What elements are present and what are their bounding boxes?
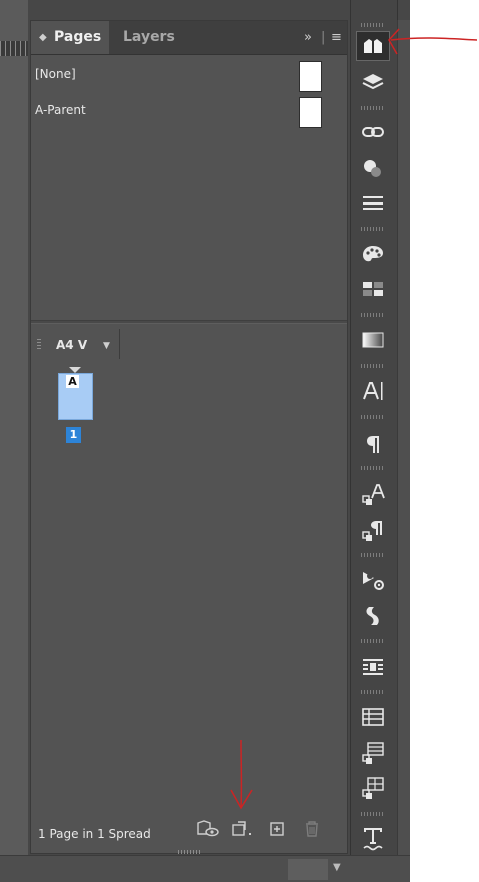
panel-icon-strip <box>350 0 398 855</box>
text-wrap-icon[interactable] <box>356 652 390 682</box>
tab-separator: | <box>321 30 326 45</box>
strip-grip[interactable] <box>361 553 385 557</box>
a-parent-thumbnail[interactable] <box>299 97 322 128</box>
strip-grip[interactable] <box>361 364 385 368</box>
gradient-icon[interactable] <box>356 325 390 355</box>
strip-grip[interactable] <box>361 466 385 470</box>
table-swatches-icon[interactable] <box>356 274 390 304</box>
horizontal-ruler <box>0 41 28 56</box>
add-page-icon[interactable] <box>269 819 287 843</box>
panel-resize-grip[interactable] <box>178 850 202 854</box>
cc-libraries-icon[interactable] <box>356 601 390 631</box>
tab-pages-label: Pages <box>54 29 102 45</box>
a-parent-label: A-Parent <box>35 103 86 117</box>
character-icon[interactable] <box>356 376 390 406</box>
character-styles-icon[interactable] <box>356 479 390 509</box>
paragraph-icon[interactable] <box>356 429 390 459</box>
table-styles-icon[interactable] <box>356 738 390 768</box>
status-bar-dropdown-icon[interactable]: ▼ <box>333 862 341 873</box>
page-size-label: A4 V <box>56 338 88 352</box>
edit-page-size-icon[interactable] <box>195 819 221 843</box>
strip-grip[interactable] <box>361 106 385 110</box>
links-icon[interactable] <box>356 117 390 147</box>
cell-styles-icon[interactable] <box>356 773 390 803</box>
panel-menu-icon[interactable]: ≡ <box>331 21 342 54</box>
page-1-thumbnail[interactable]: A <box>58 373 93 420</box>
page-status-text: 1 Page in 1 Spread <box>38 827 151 841</box>
strip-grip[interactable] <box>361 690 385 694</box>
document-canvas[interactable] <box>0 0 28 881</box>
color-icon[interactable] <box>356 153 390 183</box>
layers-icon[interactable] <box>356 67 390 97</box>
page-size-grip-icon[interactable] <box>37 339 41 351</box>
effects-icon[interactable] <box>356 565 390 595</box>
a-parent-row[interactable]: A-Parent <box>31 93 347 129</box>
tab-layers-label: Layers <box>123 29 175 45</box>
strip-grip[interactable] <box>361 313 385 317</box>
strip-grip[interactable] <box>361 639 385 643</box>
status-bar-segment <box>288 859 328 880</box>
parent-none-label: [None] <box>35 67 76 81</box>
strip-grip[interactable] <box>361 23 385 27</box>
page-size-separator <box>119 329 120 359</box>
paragraph-styles-icon[interactable] <box>356 515 390 545</box>
delete-page-icon[interactable] <box>303 819 321 843</box>
type-on-path-icon[interactable] <box>356 823 390 853</box>
dock-scrollbar[interactable] <box>397 20 410 855</box>
section-divider-handle[interactable] <box>31 320 347 324</box>
strip-grip[interactable] <box>361 415 385 419</box>
panel-tab-bar: ◆ Pages Layers » | ≡ <box>31 21 347 55</box>
new-page-icon[interactable] <box>229 819 255 843</box>
page-size-dropdown-icon[interactable]: ▼ <box>103 341 110 351</box>
tab-pages[interactable]: ◆ Pages <box>31 21 109 54</box>
strip-grip[interactable] <box>361 812 385 816</box>
pages-panel: ◆ Pages Layers » | ≡ [None] A-Parent A4 … <box>30 20 348 854</box>
strip-grip[interactable] <box>361 227 385 231</box>
parent-pages-section: [None] A-Parent <box>31 55 347 319</box>
tab-layers[interactable]: Layers <box>111 21 191 54</box>
parent-none-row[interactable]: [None] <box>31 57 347 93</box>
tab-collapse-arrows-icon: ◆ <box>39 32 47 43</box>
swatches-icon[interactable] <box>356 239 390 269</box>
page-parent-prefix: A <box>66 375 79 388</box>
table-icon[interactable] <box>356 702 390 732</box>
pages-icon[interactable] <box>356 31 390 61</box>
bottom-status-bar: ▼ <box>0 855 410 882</box>
stroke-icon[interactable] <box>356 188 390 218</box>
page-1-number[interactable]: 1 <box>66 427 81 443</box>
collapse-panel-icon[interactable]: » <box>304 21 312 54</box>
parent-none-thumbnail[interactable] <box>299 61 322 92</box>
